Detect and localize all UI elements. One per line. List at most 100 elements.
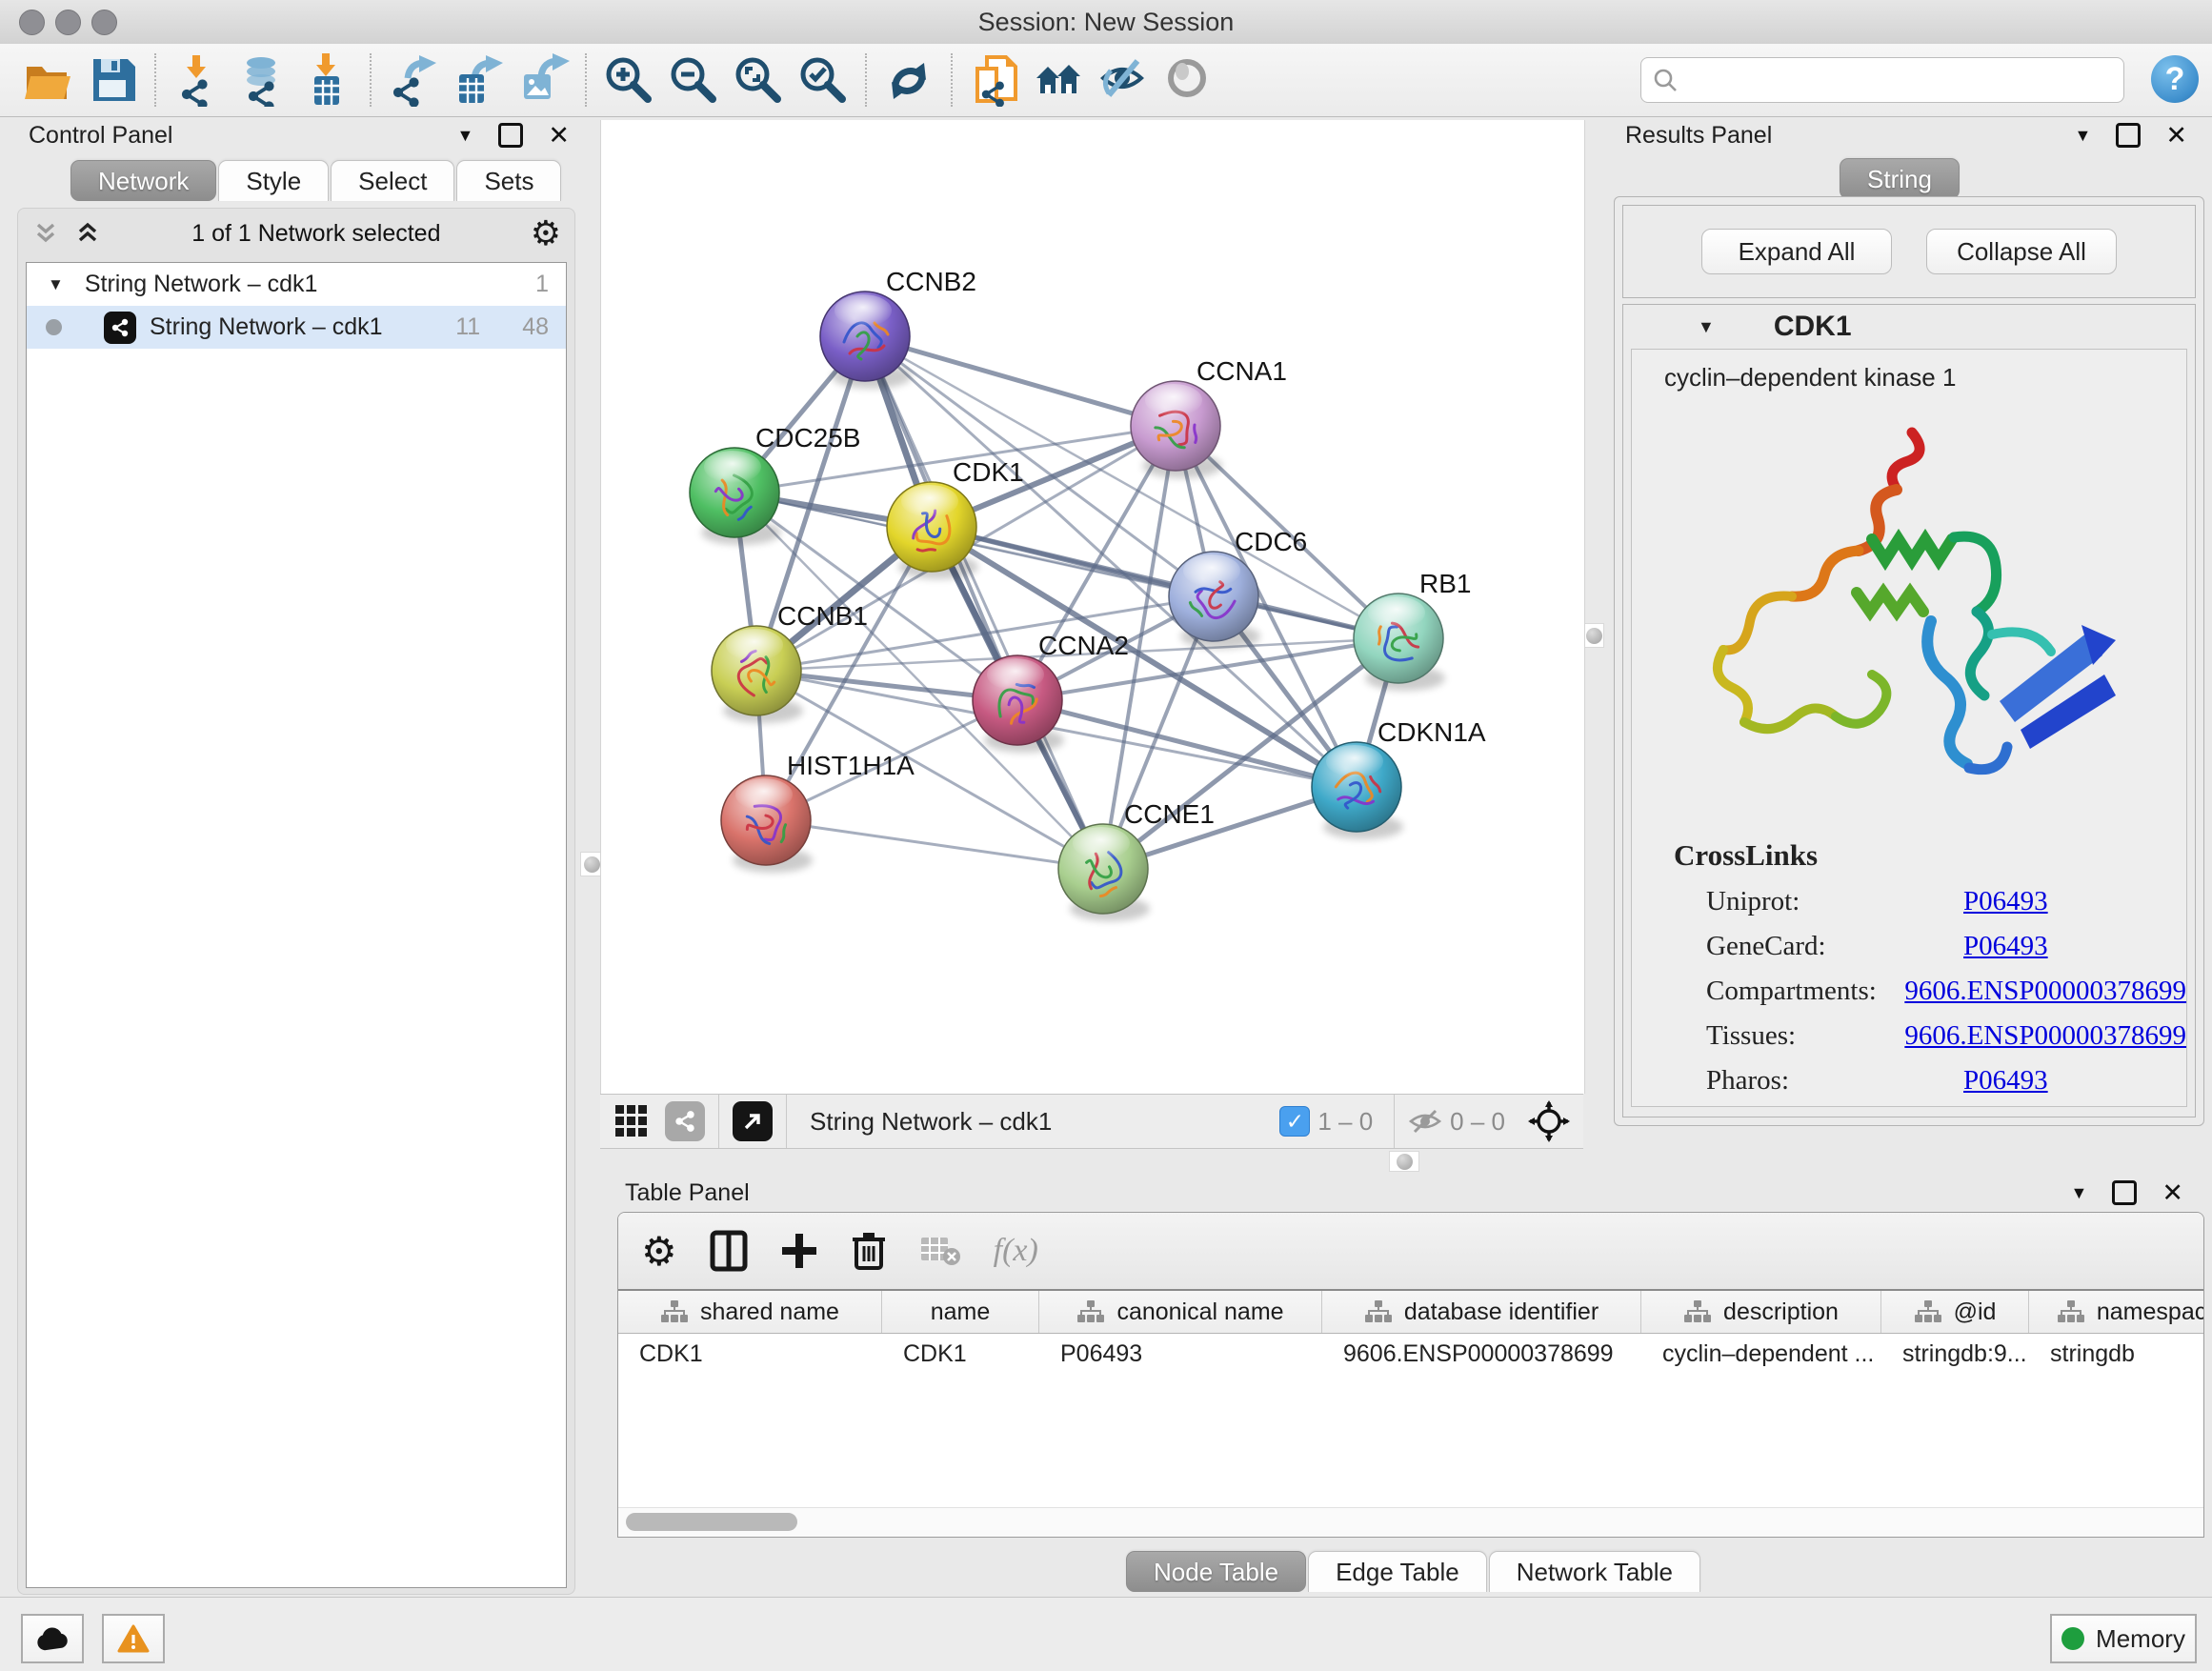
- table-row[interactable]: CDK1CDK1P064939606.ENSP00000378699cyclin…: [618, 1334, 2203, 1374]
- delete-column-icon[interactable]: [851, 1230, 887, 1272]
- table-cell[interactable]: CDK1: [618, 1334, 882, 1374]
- tab-sets[interactable]: Sets: [456, 160, 561, 201]
- table-options-gear-icon[interactable]: ⚙: [641, 1228, 677, 1275]
- network-node-CDC6[interactable]: CDC6: [1169, 527, 1307, 649]
- tree-expand-icon[interactable]: ▼: [48, 275, 64, 294]
- hide-selected-icon[interactable]: [1097, 53, 1151, 107]
- panel-float-icon[interactable]: [498, 123, 523, 148]
- search-input[interactable]: [1678, 60, 2123, 100]
- import-table-file-icon[interactable]: [301, 53, 354, 107]
- panel-close-icon[interactable]: ✕: [548, 126, 570, 145]
- panel-float-icon[interactable]: [2112, 1180, 2137, 1205]
- network-collection-row[interactable]: ▼ String Network – cdk1 1: [27, 263, 566, 306]
- tab-node-table[interactable]: Node Table: [1126, 1551, 1306, 1592]
- warning-status-button[interactable]: [102, 1614, 165, 1663]
- panel-float-icon[interactable]: [2116, 123, 2141, 148]
- export-image-icon[interactable]: [516, 53, 570, 107]
- panel-close-icon[interactable]: ✕: [2162, 1183, 2183, 1202]
- selected-checkbox-icon[interactable]: ✓: [1279, 1106, 1310, 1137]
- column-header-shared-name[interactable]: shared name: [618, 1291, 882, 1333]
- table-cell[interactable]: P06493: [1039, 1334, 1322, 1374]
- network-canvas[interactable]: CCNB2 CCNA1 CDC25B C: [600, 120, 1585, 1094]
- apply-preferred-layout-icon[interactable]: [1033, 53, 1086, 107]
- table-cell[interactable]: cyclin–dependent ...: [1641, 1334, 1881, 1374]
- show-columns-icon[interactable]: [710, 1230, 748, 1272]
- crosslink-link[interactable]: 9606.ENSP00000378699: [1904, 976, 2186, 1007]
- save-session-icon[interactable]: [86, 53, 139, 107]
- network-options-gear-icon[interactable]: ⚙: [531, 213, 561, 253]
- center-crosshair-icon[interactable]: [1528, 1100, 1570, 1142]
- tab-edge-table[interactable]: Edge Table: [1308, 1551, 1487, 1592]
- entry-collapse-icon[interactable]: ▼: [1698, 317, 1715, 337]
- delete-table-icon[interactable]: [919, 1234, 961, 1268]
- network-row[interactable]: String Network – cdk1 11 48: [27, 306, 566, 349]
- network-node-RB1[interactable]: RB1: [1354, 569, 1471, 691]
- network-edge-CCNB2-CCNE1[interactable]: [865, 336, 1103, 869]
- add-column-icon[interactable]: [780, 1232, 818, 1270]
- tab-string[interactable]: String: [1840, 158, 1960, 199]
- show-graphics-details-icon[interactable]: [1162, 53, 1216, 107]
- network-node-HIST1H1A[interactable]: HIST1H1A: [721, 751, 915, 873]
- crosslink-link[interactable]: P06493: [1963, 931, 2048, 962]
- panel-menu-icon[interactable]: ▼: [2071, 1183, 2088, 1203]
- hidden-eye-icon[interactable]: [1408, 1107, 1442, 1136]
- network-thumbnail-grid-icon[interactable]: [613, 1103, 650, 1139]
- import-network-database-icon[interactable]: [236, 53, 290, 107]
- search-field[interactable]: [1640, 57, 2124, 103]
- detach-view-icon[interactable]: [733, 1101, 773, 1141]
- export-network-icon[interactable]: [387, 53, 440, 107]
- scrollbar-thumb[interactable]: [626, 1513, 797, 1531]
- collapse-all-icon[interactable]: [31, 219, 60, 248]
- network-node-CCNB1[interactable]: CCNB1: [712, 601, 868, 723]
- network-edge-HIST1H1A-CCNE1[interactable]: [766, 820, 1103, 869]
- panel-menu-icon[interactable]: ▼: [2075, 126, 2092, 146]
- open-session-icon[interactable]: [21, 53, 74, 107]
- zoom-out-icon[interactable]: [667, 53, 720, 107]
- new-network-from-selection-icon[interactable]: [968, 53, 1021, 107]
- table-horizontal-scrollbar[interactable]: [618, 1507, 2203, 1537]
- zoom-in-icon[interactable]: [602, 53, 655, 107]
- help-button[interactable]: ?: [2151, 55, 2199, 103]
- cloud-status-button[interactable]: [21, 1614, 84, 1663]
- tab-network-table[interactable]: Network Table: [1489, 1551, 1700, 1592]
- column-header-canonical-name[interactable]: canonical name: [1039, 1291, 1322, 1333]
- expand-all-button[interactable]: Expand All: [1701, 229, 1892, 274]
- tab-style[interactable]: Style: [218, 160, 329, 201]
- network-node-CCNE1[interactable]: CCNE1: [1058, 799, 1215, 921]
- table-cell[interactable]: CDK1: [882, 1334, 1039, 1374]
- expand-all-icon[interactable]: [73, 219, 102, 248]
- tab-network[interactable]: Network: [70, 160, 216, 201]
- network-node-CDKN1A[interactable]: CDKN1A: [1312, 717, 1486, 839]
- panel-close-icon[interactable]: ✕: [2165, 126, 2187, 145]
- crosslink-link[interactable]: P06493: [1963, 886, 2048, 917]
- network-edge-CCNB2-CCNA1[interactable]: [865, 336, 1176, 426]
- node-entry-header[interactable]: ▼ CDK1: [1623, 305, 2195, 349]
- panel-menu-icon[interactable]: ▼: [457, 126, 474, 146]
- tab-select[interactable]: Select: [331, 160, 454, 201]
- column-header-description[interactable]: description: [1641, 1291, 1881, 1333]
- function-builder-icon[interactable]: f(x): [994, 1233, 1038, 1269]
- table-cell[interactable]: stringdb:9...: [1881, 1334, 2029, 1374]
- table-cell[interactable]: stringdb: [2029, 1334, 2204, 1374]
- column-header-@id[interactable]: @id: [1881, 1291, 2029, 1333]
- column-header-name[interactable]: name: [882, 1291, 1039, 1333]
- network-node-CDC25B[interactable]: CDC25B: [690, 423, 860, 545]
- zoom-fit-icon[interactable]: [732, 53, 785, 107]
- network-node-CCNB2[interactable]: CCNB2: [820, 267, 976, 389]
- column-header-database-identifier[interactable]: database identifier: [1322, 1291, 1641, 1333]
- network-node-CDK1[interactable]: CDK1: [887, 457, 1024, 579]
- import-network-file-icon[interactable]: [171, 53, 225, 107]
- crosslink-link[interactable]: P06493: [1963, 1065, 2048, 1097]
- title-bar[interactable]: Session: New Session: [0, 0, 2212, 45]
- refresh-view-icon[interactable]: [882, 53, 935, 107]
- memory-button[interactable]: Memory: [2050, 1614, 2197, 1663]
- table-cell[interactable]: 9606.ENSP00000378699: [1322, 1334, 1641, 1374]
- export-table-icon[interactable]: [452, 53, 505, 107]
- horizontal-splitter[interactable]: [1389, 1151, 1419, 1172]
- collapse-all-button[interactable]: Collapse All: [1926, 229, 2117, 274]
- string-logo-icon[interactable]: [665, 1101, 705, 1141]
- column-header-namespace[interactable]: namespace: [2029, 1291, 2204, 1333]
- crosslink-link[interactable]: 9606.ENSP00000378699: [1904, 1020, 2186, 1052]
- network-node-CCNA1[interactable]: CCNA1: [1131, 356, 1287, 478]
- zoom-selected-icon[interactable]: [796, 53, 850, 107]
